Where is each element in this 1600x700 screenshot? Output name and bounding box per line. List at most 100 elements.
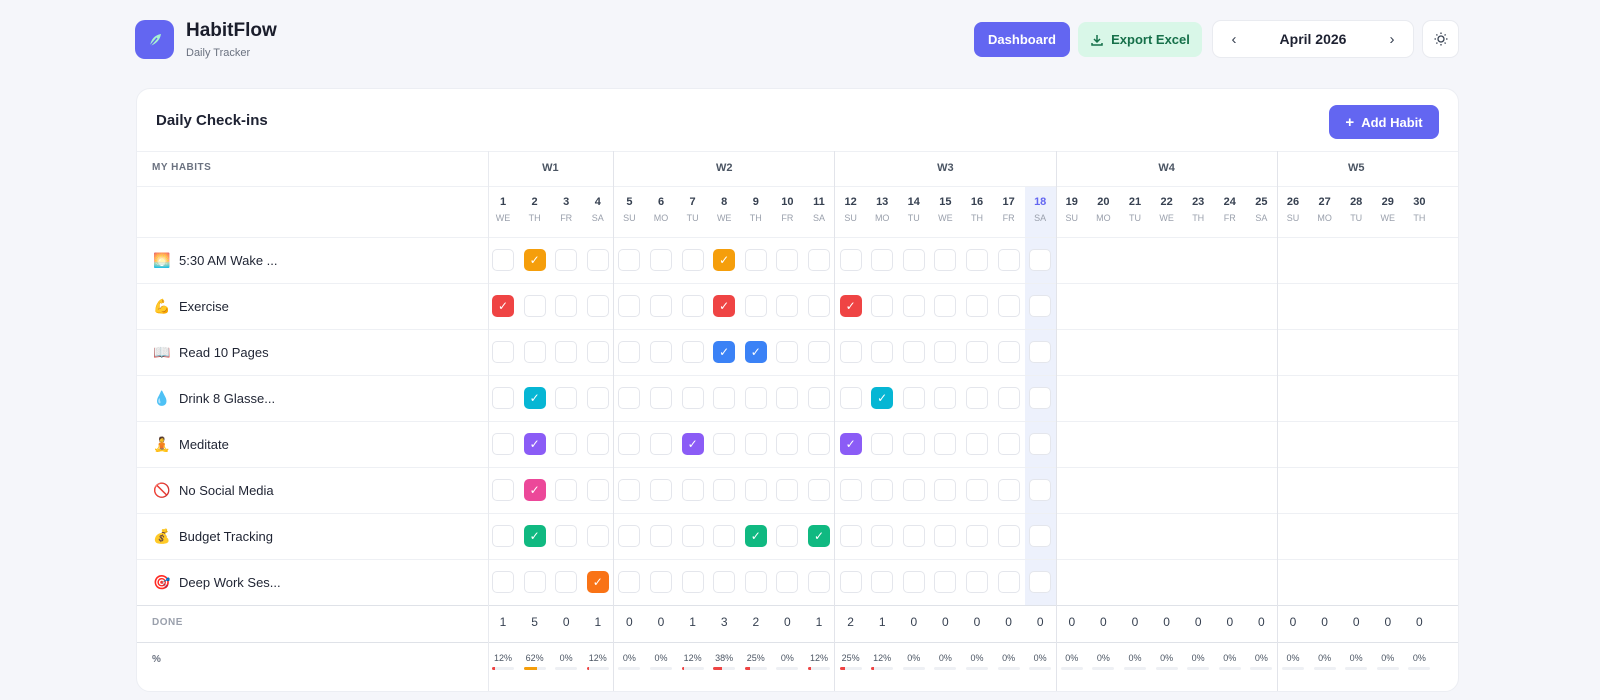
checkin-cell[interactable] (997, 295, 1020, 317)
checkin-cell[interactable] (934, 341, 957, 363)
checkin-cell[interactable] (871, 571, 894, 593)
checkin-cell[interactable] (1029, 387, 1052, 409)
habit-name[interactable]: Exercise (179, 299, 229, 314)
checkin-cell[interactable] (713, 525, 736, 547)
habit-name[interactable]: Drink 8 Glasse... (179, 391, 275, 406)
checkin-cell[interactable] (902, 295, 925, 317)
checkin-cell[interactable] (902, 341, 925, 363)
checkin-cell[interactable] (681, 571, 704, 593)
checkin-cell[interactable] (934, 571, 957, 593)
checkin-cell-checked[interactable]: ✓ (839, 295, 862, 317)
checkin-cell[interactable] (966, 387, 988, 409)
checkin-cell[interactable] (1029, 479, 1052, 501)
checkin-cell-checked[interactable]: ✓ (713, 249, 736, 271)
checkin-cell-checked[interactable]: ✓ (713, 341, 736, 363)
checkin-cell[interactable] (997, 479, 1020, 501)
habit-name[interactable]: Deep Work Ses... (179, 575, 281, 590)
checkin-cell[interactable] (966, 433, 988, 455)
checkin-cell[interactable] (586, 387, 609, 409)
checkin-cell[interactable] (966, 525, 988, 547)
checkin-cell[interactable] (776, 249, 799, 271)
checkin-cell[interactable] (966, 249, 988, 271)
checkin-cell[interactable] (744, 433, 767, 455)
checkin-cell[interactable] (997, 571, 1020, 593)
checkin-cell[interactable] (997, 249, 1020, 271)
checkin-cell[interactable] (650, 525, 672, 547)
checkin-cell[interactable] (681, 387, 704, 409)
checkin-cell[interactable] (681, 295, 704, 317)
checkin-cell[interactable] (523, 341, 546, 363)
habit-name[interactable]: 5:30 AM Wake ... (179, 253, 278, 268)
checkin-cell[interactable] (1029, 571, 1052, 593)
checkin-cell[interactable] (681, 341, 704, 363)
checkin-cell[interactable] (934, 387, 957, 409)
checkin-cell[interactable] (1029, 433, 1052, 455)
checkin-cell[interactable] (808, 341, 830, 363)
checkin-cell[interactable] (902, 571, 925, 593)
checkin-cell[interactable] (744, 571, 767, 593)
checkin-cell[interactable] (966, 479, 988, 501)
checkin-cell[interactable] (586, 479, 609, 501)
checkin-cell[interactable] (586, 433, 609, 455)
checkin-cell[interactable] (839, 571, 862, 593)
checkin-cell[interactable] (997, 433, 1020, 455)
checkin-cell-checked[interactable]: ✓ (744, 341, 767, 363)
checkin-cell-checked[interactable]: ✓ (523, 525, 546, 547)
checkin-cell[interactable] (586, 525, 609, 547)
checkin-cell[interactable] (492, 249, 514, 271)
checkin-cell[interactable] (713, 571, 736, 593)
checkin-cell[interactable] (997, 341, 1020, 363)
checkin-cell[interactable] (871, 433, 894, 455)
checkin-cell[interactable] (776, 341, 799, 363)
checkin-cell[interactable] (934, 525, 957, 547)
checkin-cell[interactable] (808, 295, 830, 317)
checkin-cell-checked[interactable]: ✓ (744, 525, 767, 547)
checkin-cell[interactable] (713, 479, 736, 501)
checkin-cell[interactable] (776, 295, 799, 317)
checkin-cell[interactable] (681, 479, 704, 501)
checkin-cell[interactable] (902, 433, 925, 455)
chevron-right-icon[interactable]: › (1385, 31, 1399, 48)
checkin-cell[interactable] (871, 341, 894, 363)
checkin-cell[interactable] (1029, 295, 1052, 317)
checkin-cell[interactable] (808, 249, 830, 271)
checkin-cell-checked[interactable]: ✓ (808, 525, 830, 547)
checkin-cell[interactable] (492, 387, 514, 409)
checkin-cell[interactable] (586, 295, 609, 317)
checkin-cell[interactable] (871, 295, 894, 317)
checkin-cell[interactable] (650, 433, 672, 455)
checkin-cell[interactable] (492, 433, 514, 455)
checkin-cell[interactable] (839, 249, 862, 271)
checkin-cell[interactable] (966, 571, 988, 593)
checkin-cell[interactable] (776, 433, 799, 455)
habit-name[interactable]: Read 10 Pages (179, 345, 269, 360)
checkin-cell[interactable] (555, 249, 578, 271)
checkin-cell[interactable] (650, 387, 672, 409)
chevron-left-icon[interactable]: ‹ (1227, 31, 1241, 48)
theme-toggle-button[interactable] (1422, 20, 1459, 58)
habit-name[interactable]: Meditate (179, 437, 229, 452)
checkin-cell[interactable] (618, 479, 641, 501)
checkin-cell[interactable] (871, 249, 894, 271)
dashboard-button[interactable]: Dashboard (974, 22, 1070, 57)
checkin-cell-checked[interactable]: ✓ (523, 433, 546, 455)
checkin-cell[interactable] (808, 433, 830, 455)
checkin-cell[interactable] (650, 479, 672, 501)
checkin-cell[interactable] (555, 295, 578, 317)
checkin-cell[interactable] (966, 295, 988, 317)
checkin-cell[interactable] (650, 341, 672, 363)
checkin-cell[interactable] (650, 571, 672, 593)
checkin-cell[interactable] (839, 525, 862, 547)
checkin-cell[interactable] (1029, 249, 1052, 271)
checkin-cell-checked[interactable]: ✓ (523, 479, 546, 501)
checkin-cell[interactable] (586, 249, 609, 271)
checkin-cell-checked[interactable]: ✓ (713, 295, 736, 317)
checkin-cell[interactable] (713, 433, 736, 455)
checkin-cell[interactable] (650, 295, 672, 317)
checkin-cell-checked[interactable]: ✓ (523, 249, 546, 271)
checkin-cell[interactable] (618, 341, 641, 363)
checkin-cell[interactable] (776, 387, 799, 409)
checkin-cell[interactable] (839, 341, 862, 363)
checkin-cell[interactable] (618, 525, 641, 547)
checkin-cell[interactable] (744, 295, 767, 317)
